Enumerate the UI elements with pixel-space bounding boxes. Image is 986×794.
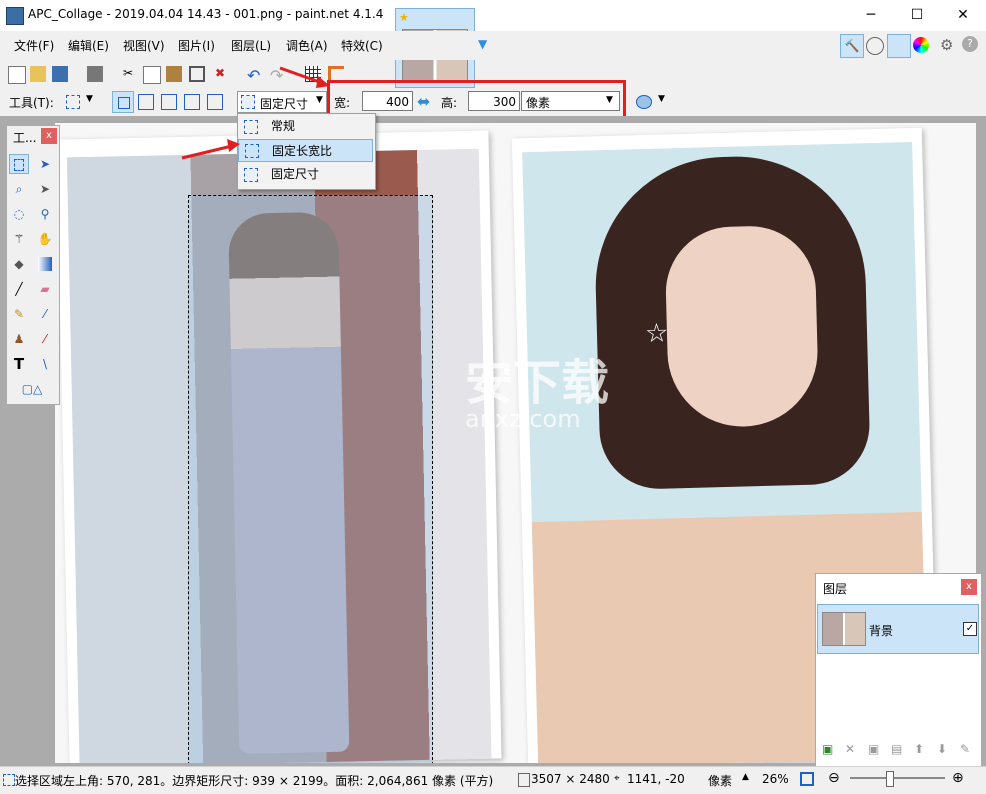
add-layer-icon[interactable]: ▣: [822, 742, 833, 756]
layer-properties-icon[interactable]: ✎: [960, 742, 970, 756]
cursor-position-icon: ⌖: [614, 773, 620, 784]
caret-up-icon[interactable]: ▲: [742, 772, 749, 782]
selection-info-icon: [3, 774, 15, 786]
arrow-head-fixed-ratio: [227, 139, 240, 152]
move-layer-down-icon[interactable]: ⬇: [937, 742, 947, 756]
selection-info: 选择区域左上角: 570, 281。边界矩形尺寸: 939 × 2199。面积:…: [15, 774, 494, 788]
arrow-to-fixed-ratio: [181, 144, 233, 160]
layer-thumbnail: [822, 612, 866, 646]
layer-name: 背景: [869, 624, 894, 638]
image-size-icon: [518, 773, 530, 787]
layers-panel-title: 图层: [823, 582, 848, 596]
arrow-head-options: [316, 76, 330, 88]
layer-actions: ▣ ✕ ▣ ▤ ⬆ ⬇ ✎: [820, 742, 978, 760]
zoom-slider-handle[interactable]: [886, 771, 894, 787]
move-layer-up-icon[interactable]: ⬆: [914, 742, 924, 756]
layer-visibility-checkbox[interactable]: ✓: [963, 622, 977, 636]
layer-row[interactable]: 背景 ✓: [817, 604, 979, 654]
zoom-slider[interactable]: [850, 771, 945, 787]
zoom-out-icon[interactable]: ⊖: [828, 770, 840, 786]
delete-layer-icon[interactable]: ✕: [845, 742, 855, 756]
status-unit[interactable]: 像素: [708, 772, 732, 789]
cursor-position: 1141, -20: [627, 772, 685, 786]
layers-panel: 图层 x 背景 ✓ ▣ ✕ ▣ ▤ ⬆ ⬇ ✎: [815, 573, 982, 767]
zoom-value[interactable]: 26%: [762, 772, 789, 786]
zoom-to-window-icon[interactable]: [800, 772, 814, 786]
layers-panel-close-button[interactable]: x: [961, 579, 977, 595]
zoom-in-icon[interactable]: ⊕: [952, 770, 964, 786]
duplicate-layer-icon[interactable]: ▣: [868, 742, 879, 756]
status-bar: 选择区域左上角: 570, 281。边界矩形尺寸: 939 × 2199。面积:…: [0, 766, 986, 794]
image-size: 3507 × 2480: [531, 772, 610, 786]
merge-layer-icon[interactable]: ▤: [891, 742, 902, 756]
